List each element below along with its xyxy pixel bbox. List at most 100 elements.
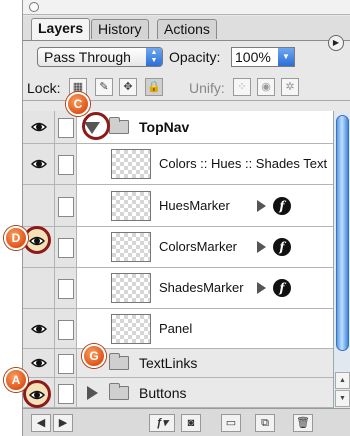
effects-expand-icon[interactable]: [257, 241, 266, 253]
trash-icon[interactable]: 🗑: [293, 414, 313, 432]
layer-row-shadesmarker[interactable]: ShadesMarker f: [23, 268, 333, 309]
link-box[interactable]: [58, 354, 74, 374]
layers-scrollbar[interactable]: ▲ ▼: [333, 111, 350, 408]
link-cell[interactable]: [55, 268, 77, 308]
link-cell[interactable]: [55, 144, 77, 184]
effects-icon[interactable]: f: [273, 196, 291, 215]
close-icon[interactable]: [29, 2, 39, 12]
layer-row-textlinks[interactable]: TextLinks: [23, 349, 333, 378]
layer-content[interactable]: TextLinks: [77, 349, 333, 377]
layer-row-topnav[interactable]: TopNav: [23, 111, 333, 144]
eye-icon: [29, 236, 45, 246]
layer-content[interactable]: Colors :: Hues :: Shades Text: [77, 144, 333, 184]
layer-thumbnail: [111, 232, 151, 262]
link-cell[interactable]: [55, 111, 77, 143]
scroll-arrows: ▲ ▼: [334, 372, 350, 408]
link-cell[interactable]: [55, 227, 77, 267]
add-layer-style-icon[interactable]: ƒ▾: [149, 414, 175, 432]
panel-bottom-bar: ◀ ▶ ƒ▾ ◙ ▭ ⧉ 🗑: [23, 408, 350, 436]
unify-position-icon[interactable]: ⁘: [233, 78, 251, 96]
link-box[interactable]: [58, 238, 74, 258]
panel-title-bar[interactable]: [23, 0, 350, 15]
layer-row-buttons[interactable]: Buttons: [23, 378, 333, 408]
layer-name: Buttons: [139, 384, 187, 401]
layer-thumbnail: [111, 313, 151, 344]
layer-row-colorsmarker[interactable]: ColorsMarker f: [23, 227, 333, 268]
callout-ring-c: [82, 112, 110, 140]
lock-all-icon[interactable]: 🔒: [145, 78, 163, 96]
visibility-cell[interactable]: [23, 309, 55, 348]
layer-thumbnail: [111, 273, 151, 303]
effects-icon[interactable]: f: [273, 238, 291, 256]
scroll-up-icon[interactable]: ▲: [335, 372, 350, 389]
unify-label: Unify:: [189, 80, 225, 96]
opacity-value: 100%: [235, 49, 271, 65]
lock-label: Lock:: [27, 80, 61, 96]
callout-c: C: [66, 92, 90, 116]
visibility-cell[interactable]: [23, 185, 55, 226]
link-cell[interactable]: [55, 378, 77, 407]
link-box[interactable]: [58, 319, 74, 340]
layer-content[interactable]: ShadesMarker f: [77, 268, 333, 308]
eye-icon[interactable]: [31, 355, 47, 371]
layer-name: TextLinks: [139, 355, 198, 371]
folder-icon: [109, 117, 129, 134]
new-group-folder-icon[interactable]: ▭: [221, 414, 241, 432]
layer-content[interactable]: ColorsMarker f: [77, 227, 333, 267]
eye-icon[interactable]: [31, 119, 47, 135]
link-box[interactable]: [58, 118, 74, 138]
opacity-field[interactable]: 100% ▼: [231, 47, 295, 67]
lock-position-move-icon[interactable]: ✥: [119, 78, 137, 96]
layers-list: TopNav Colors :: Hues :: Shades Text Hue…: [23, 111, 333, 408]
layer-content[interactable]: Buttons: [77, 378, 333, 407]
link-box[interactable]: [58, 279, 74, 299]
layer-row-shades-text[interactable]: Colors :: Hues :: Shades Text: [23, 144, 333, 185]
tab-history[interactable]: History: [91, 19, 149, 39]
eye-icon[interactable]: [31, 321, 47, 337]
opacity-dropdown-icon[interactable]: ▼: [278, 48, 294, 66]
visibility-cell[interactable]: [23, 144, 55, 184]
link-box[interactable]: [58, 155, 74, 175]
eye-icon: [29, 390, 45, 400]
link-cell[interactable]: [55, 309, 77, 348]
lock-image-brush-icon[interactable]: ✎: [95, 78, 113, 96]
layer-name: TopNav: [139, 119, 190, 135]
layer-row-panel[interactable]: Panel: [23, 309, 333, 349]
opacity-label: Opacity:: [169, 49, 221, 65]
layer-name: ShadesMarker: [159, 280, 244, 295]
layer-content[interactable]: HuesMarker f: [77, 185, 333, 226]
scroll-down-icon[interactable]: ▼: [335, 390, 350, 407]
effects-expand-icon[interactable]: [257, 282, 266, 294]
new-layer-icon[interactable]: ⧉: [255, 414, 275, 432]
blend-mode-select[interactable]: Pass Through ▲ ▼: [37, 47, 163, 67]
visibility-cell[interactable]: [23, 268, 55, 308]
eye-icon[interactable]: [31, 156, 47, 172]
select-arrows-icon: ▲ ▼: [146, 48, 162, 66]
tab-layers[interactable]: Layers: [31, 18, 91, 40]
layer-content[interactable]: Panel: [77, 309, 333, 348]
link-box[interactable]: [58, 383, 74, 404]
effects-expand-icon[interactable]: [257, 199, 266, 212]
link-cell[interactable]: [55, 185, 77, 226]
layer-row-huesmarker[interactable]: HuesMarker f: [23, 185, 333, 227]
add-mask-icon[interactable]: ◙: [181, 414, 201, 432]
previous-frame-icon[interactable]: ◀: [31, 414, 51, 432]
folder-icon: [109, 353, 129, 370]
tab-actions[interactable]: Actions: [157, 19, 217, 39]
link-cell[interactable]: [55, 349, 77, 377]
layer-name: ColorsMarker: [159, 239, 238, 254]
folder-icon: [109, 382, 129, 400]
visibility-cell[interactable]: [23, 349, 55, 377]
layer-content[interactable]: TopNav: [77, 111, 333, 143]
layer-name: HuesMarker: [159, 197, 230, 213]
scroll-thumb[interactable]: [336, 115, 349, 351]
expand-triangle-icon[interactable]: [87, 385, 98, 400]
callout-g: G: [82, 344, 106, 368]
layer-name: Colors :: Hues :: Shades Text: [159, 156, 328, 171]
unify-style-icon[interactable]: ✲: [281, 78, 299, 96]
effects-icon[interactable]: f: [273, 279, 291, 297]
visibility-cell[interactable]: [23, 111, 55, 143]
next-frame-icon[interactable]: ▶: [53, 414, 73, 432]
unify-visibility-icon[interactable]: ◉: [257, 78, 275, 96]
link-box[interactable]: [58, 196, 74, 217]
